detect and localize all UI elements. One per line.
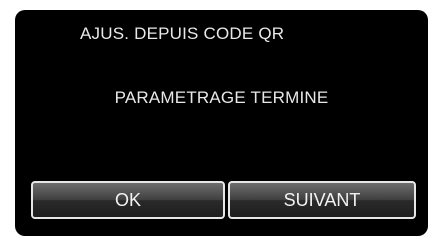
next-button-label: SUIVANT [283,189,361,210]
camera-lcd-screen: AJUS. DEPUIS CODE QR PARAMETRAGE TERMINE… [15,10,428,236]
screen-title: AJUS. DEPUIS CODE QR [80,24,285,43]
ok-button-label: OK [114,189,141,210]
next-button[interactable]: SUIVANT [228,181,416,219]
status-message: PARAMETRAGE TERMINE [114,88,329,107]
ok-button[interactable]: OK [31,181,225,219]
